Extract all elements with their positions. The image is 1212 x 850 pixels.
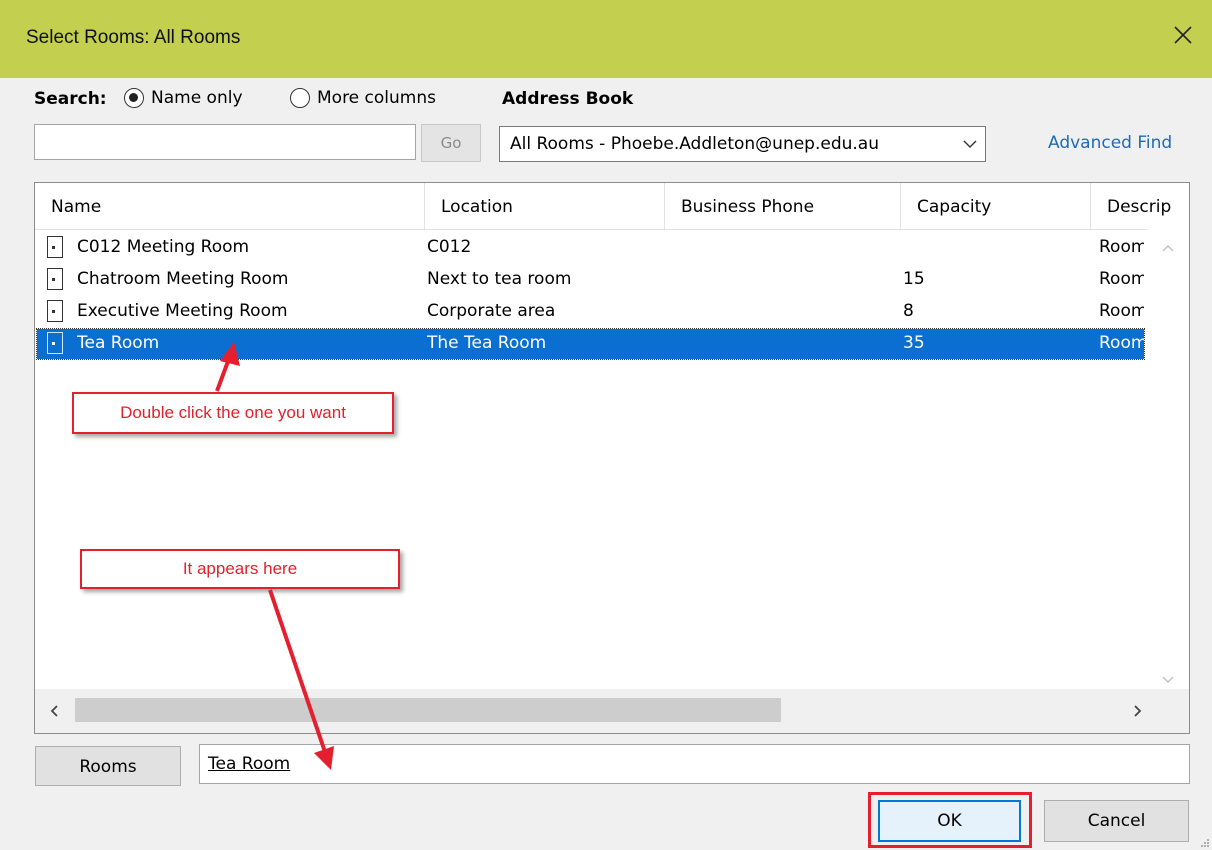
room-icon	[47, 268, 63, 290]
room-description: Room	[1099, 269, 1144, 289]
radio-more-columns[interactable]: More columns	[290, 88, 436, 108]
room-location: Next to tea room	[427, 269, 572, 289]
title-bar: Select Rooms: All Rooms	[0, 0, 1212, 78]
rooms-button[interactable]: Rooms	[35, 746, 181, 786]
column-header-capacity[interactable]: Capacity	[901, 183, 1091, 229]
resize-grip-icon[interactable]	[1200, 838, 1210, 848]
room-location: Corporate area	[427, 301, 556, 321]
radio-unselected-icon	[290, 88, 310, 108]
room-location: The Tea Room	[427, 333, 547, 353]
room-name: Tea Room	[77, 333, 160, 353]
room-description: Room	[1099, 237, 1144, 257]
table-row[interactable]: Chatroom Meeting Room Next to tea room 1…	[37, 265, 1144, 295]
chevron-down-icon	[963, 140, 977, 148]
search-options: Search: Name only More columns Address B…	[34, 86, 1194, 116]
room-icon	[47, 236, 63, 258]
radio-more-columns-label: More columns	[317, 88, 436, 108]
room-name: C012 Meeting Room	[77, 237, 250, 257]
room-capacity: 35	[903, 333, 925, 353]
radio-name-only-label: Name only	[151, 88, 243, 108]
scroll-up-icon[interactable]	[1161, 241, 1175, 255]
horizontal-scroll-thumb[interactable]	[75, 698, 781, 722]
window-title: Select Rooms: All Rooms	[26, 27, 241, 48]
callout-appears-here: It appears here	[80, 549, 400, 589]
rooms-field[interactable]: Tea Room	[199, 744, 1190, 784]
address-book-select[interactable]: All Rooms - Phoebe.Addleton@unep.edu.au	[499, 126, 986, 162]
go-button[interactable]: Go	[421, 124, 481, 162]
room-name: Executive Meeting Room	[77, 301, 288, 321]
vertical-scrollbar[interactable]	[1147, 229, 1189, 689]
room-description: Room	[1099, 301, 1144, 321]
column-header-location[interactable]: Location	[425, 183, 665, 229]
advanced-find-link[interactable]: Advanced Find	[1048, 133, 1172, 153]
room-capacity: 8	[903, 301, 914, 321]
table-row-selected[interactable]: Tea Room The Tea Room 35 Room	[36, 328, 1145, 360]
rooms-list[interactable]: Name Location Business Phone Capacity De…	[34, 182, 1190, 734]
room-description: Room	[1099, 333, 1144, 353]
ok-button[interactable]: OK	[878, 800, 1021, 842]
rooms-field-value: Tea Room	[208, 754, 291, 774]
search-label: Search:	[34, 89, 107, 109]
radio-name-only[interactable]: Name only	[124, 88, 243, 108]
address-book-value: All Rooms - Phoebe.Addleton@unep.edu.au	[510, 134, 879, 154]
address-book-label: Address Book	[502, 89, 634, 109]
scroll-left-icon[interactable]	[47, 704, 61, 718]
close-icon[interactable]	[1168, 20, 1198, 50]
room-location: C012	[427, 237, 472, 257]
room-name: Chatroom Meeting Room	[77, 269, 289, 289]
search-input[interactable]	[34, 124, 416, 160]
column-header-row: Name Location Business Phone Capacity De…	[35, 183, 1189, 230]
scroll-down-icon[interactable]	[1161, 673, 1175, 687]
room-icon	[47, 300, 63, 322]
column-header-business-phone[interactable]: Business Phone	[665, 183, 901, 229]
radio-selected-icon	[124, 88, 144, 108]
table-row[interactable]: C012 Meeting Room C012 Room	[37, 233, 1144, 263]
room-capacity: 15	[903, 269, 925, 289]
column-header-name[interactable]: Name	[35, 183, 425, 229]
cancel-button[interactable]: Cancel	[1044, 800, 1189, 842]
table-row[interactable]: Executive Meeting Room Corporate area 8 …	[37, 297, 1144, 327]
room-icon	[47, 332, 63, 354]
callout-double-click: Double click the one you want	[72, 392, 394, 434]
horizontal-scrollbar[interactable]	[35, 689, 1189, 733]
scroll-right-icon[interactable]	[1131, 704, 1145, 718]
column-header-description[interactable]: Descrip	[1091, 183, 1189, 229]
